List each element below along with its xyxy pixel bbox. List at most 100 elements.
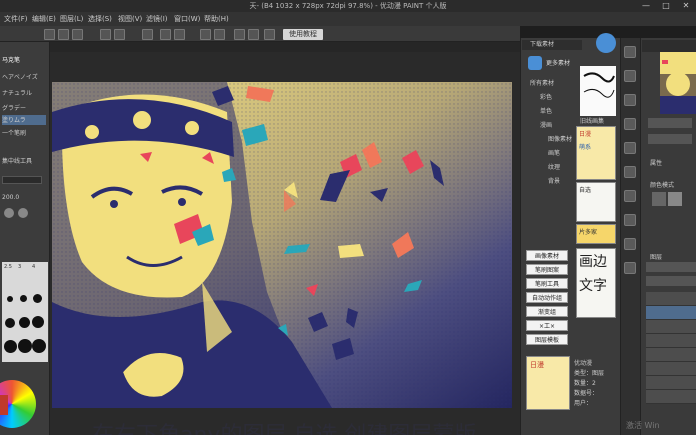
color-mode-swatch[interactable] bbox=[668, 192, 682, 206]
maximize-button[interactable]: □ bbox=[656, 0, 676, 12]
layer-row[interactable] bbox=[646, 376, 696, 390]
brush-size-value[interactable]: 200.0 bbox=[2, 194, 46, 204]
brush-tip-icon[interactable] bbox=[4, 208, 14, 218]
brush-size-dot[interactable] bbox=[32, 339, 46, 353]
menu-view[interactable]: 视图(V) bbox=[118, 14, 142, 24]
navigator-icon[interactable] bbox=[624, 46, 636, 58]
sub-view-icon[interactable] bbox=[624, 70, 636, 82]
open-file-icon[interactable] bbox=[58, 29, 69, 40]
layer-row[interactable] bbox=[646, 362, 696, 376]
material-info: 用户： bbox=[574, 400, 593, 407]
search-layer-icon[interactable] bbox=[624, 238, 636, 250]
snap-icon[interactable] bbox=[248, 29, 259, 40]
layer-row-selected[interactable] bbox=[646, 306, 696, 320]
floating-help-button[interactable] bbox=[596, 33, 616, 53]
color-set-icon[interactable] bbox=[624, 166, 636, 178]
minimize-button[interactable]: — bbox=[636, 0, 656, 12]
sub-tool-title: 马克笔 bbox=[2, 57, 21, 64]
tutorial-button[interactable]: 使用教程 bbox=[283, 29, 323, 40]
sub-tool-item[interactable]: グラデー bbox=[2, 103, 46, 113]
brush-tip-icon[interactable] bbox=[18, 208, 28, 218]
thumbnail-text: 文字 bbox=[579, 278, 607, 294]
brush-size-dot[interactable] bbox=[7, 296, 13, 302]
material-type-button[interactable]: 自动动作组 bbox=[526, 292, 568, 303]
save-icon[interactable] bbox=[72, 29, 83, 40]
more-materials-link[interactable]: 更多素材 bbox=[546, 58, 570, 67]
material-thumbnail[interactable]: 自选 bbox=[576, 182, 616, 222]
redo-icon[interactable] bbox=[114, 29, 125, 40]
grid-icon[interactable] bbox=[264, 29, 275, 40]
menu-help[interactable]: 帮助(H) bbox=[204, 14, 229, 24]
color-mode-swatch[interactable] bbox=[652, 192, 666, 206]
fill-icon[interactable] bbox=[160, 29, 171, 40]
ruler-icon[interactable] bbox=[234, 29, 245, 40]
material-type-button[interactable]: 图层模板 bbox=[526, 334, 568, 345]
material-thumbnail[interactable]: 画边 文字 bbox=[576, 248, 616, 318]
deselect-icon[interactable] bbox=[200, 29, 211, 40]
menu-file[interactable]: 文件(F) bbox=[4, 14, 28, 24]
artwork-canvas[interactable] bbox=[52, 82, 512, 408]
tree-item[interactable]: 画笔 bbox=[548, 148, 574, 158]
brush-size-dot[interactable] bbox=[20, 295, 27, 302]
layer-row[interactable] bbox=[646, 292, 696, 306]
brush-size-slider[interactable] bbox=[2, 176, 42, 184]
sub-tool-item[interactable]: ヘアベノイズ bbox=[2, 72, 46, 82]
thumbnail-text: 片多家 bbox=[579, 229, 598, 236]
tree-item[interactable]: 所有素材 bbox=[530, 78, 574, 88]
brush-size-dot[interactable] bbox=[4, 340, 17, 353]
material-type-button[interactable]: 笔刷工具 bbox=[526, 278, 568, 289]
thumbnail-text: 画边 bbox=[579, 254, 607, 270]
selected-material-preview[interactable]: 日漫 bbox=[526, 356, 570, 410]
history-icon[interactable] bbox=[624, 118, 636, 130]
navigator-tabs[interactable] bbox=[642, 40, 696, 52]
material-cube-icon[interactable] bbox=[528, 56, 542, 70]
sub-tool-item[interactable]: ナチュラル bbox=[2, 88, 46, 98]
menu-filter[interactable]: 滤镜(I) bbox=[146, 14, 168, 24]
material-thumbnail[interactable]: 片多家 bbox=[576, 224, 616, 244]
material-thumbnail[interactable]: 日漫 萌系 bbox=[576, 126, 616, 180]
tree-item[interactable]: 彩色 bbox=[540, 92, 584, 102]
tree-item[interactable]: 单色 bbox=[540, 106, 584, 116]
brush-size-dot[interactable] bbox=[33, 294, 42, 303]
menu-layer[interactable]: 图层(L) bbox=[60, 14, 83, 24]
brush-size-dot[interactable] bbox=[5, 318, 15, 328]
current-color-swatch[interactable] bbox=[0, 395, 8, 415]
tree-item[interactable]: 纹理 bbox=[548, 162, 574, 172]
material-icon[interactable] bbox=[624, 190, 636, 202]
menu-select[interactable]: 选择(S) bbox=[88, 14, 112, 24]
close-button[interactable]: ✕ bbox=[676, 0, 696, 12]
sub-tool-item[interactable]: 一个笔刷 bbox=[2, 128, 46, 138]
material-type-button[interactable]: 渐变组 bbox=[526, 306, 568, 317]
brush-size-dot[interactable] bbox=[19, 317, 30, 328]
auto-action-icon[interactable] bbox=[624, 262, 636, 274]
tree-item[interactable]: 图像素材 bbox=[548, 134, 574, 144]
zoom-slider[interactable] bbox=[648, 118, 692, 128]
layer-row[interactable] bbox=[646, 320, 696, 334]
undo-icon[interactable] bbox=[100, 29, 111, 40]
sub-tool-item[interactable]: 集中线工具 bbox=[2, 156, 46, 166]
new-file-icon[interactable] bbox=[44, 29, 55, 40]
layer-row[interactable] bbox=[646, 348, 696, 362]
rotate-slider[interactable] bbox=[648, 134, 692, 144]
invert-select-icon[interactable] bbox=[214, 29, 225, 40]
material-type-button[interactable]: 画像素材 bbox=[526, 250, 568, 261]
layer-row[interactable] bbox=[646, 334, 696, 348]
clear-icon[interactable] bbox=[142, 29, 153, 40]
material-type-button[interactable]: ×工× bbox=[526, 320, 568, 331]
layer-property-icon[interactable] bbox=[624, 214, 636, 226]
navigator-thumbnail[interactable] bbox=[660, 52, 696, 114]
brush-size-dot[interactable] bbox=[32, 316, 44, 328]
tree-item[interactable]: 背景 bbox=[548, 176, 574, 186]
sub-tool-item-selected[interactable]: 塗りムラ bbox=[2, 115, 46, 125]
layer-opacity-slider[interactable] bbox=[646, 276, 696, 286]
menu-window[interactable]: 窗口(W) bbox=[174, 14, 200, 24]
sub-tool-panel bbox=[0, 42, 50, 435]
menu-edit[interactable]: 编辑(E) bbox=[32, 14, 56, 24]
layer-blend-dropdown[interactable] bbox=[646, 262, 696, 272]
brush-size-dot[interactable] bbox=[18, 339, 32, 353]
layer-row[interactable] bbox=[646, 390, 696, 404]
transform-icon[interactable] bbox=[174, 29, 185, 40]
info-icon[interactable] bbox=[624, 94, 636, 106]
tool-property-icon[interactable] bbox=[624, 142, 636, 154]
material-type-button[interactable]: 笔刷图案 bbox=[526, 264, 568, 275]
